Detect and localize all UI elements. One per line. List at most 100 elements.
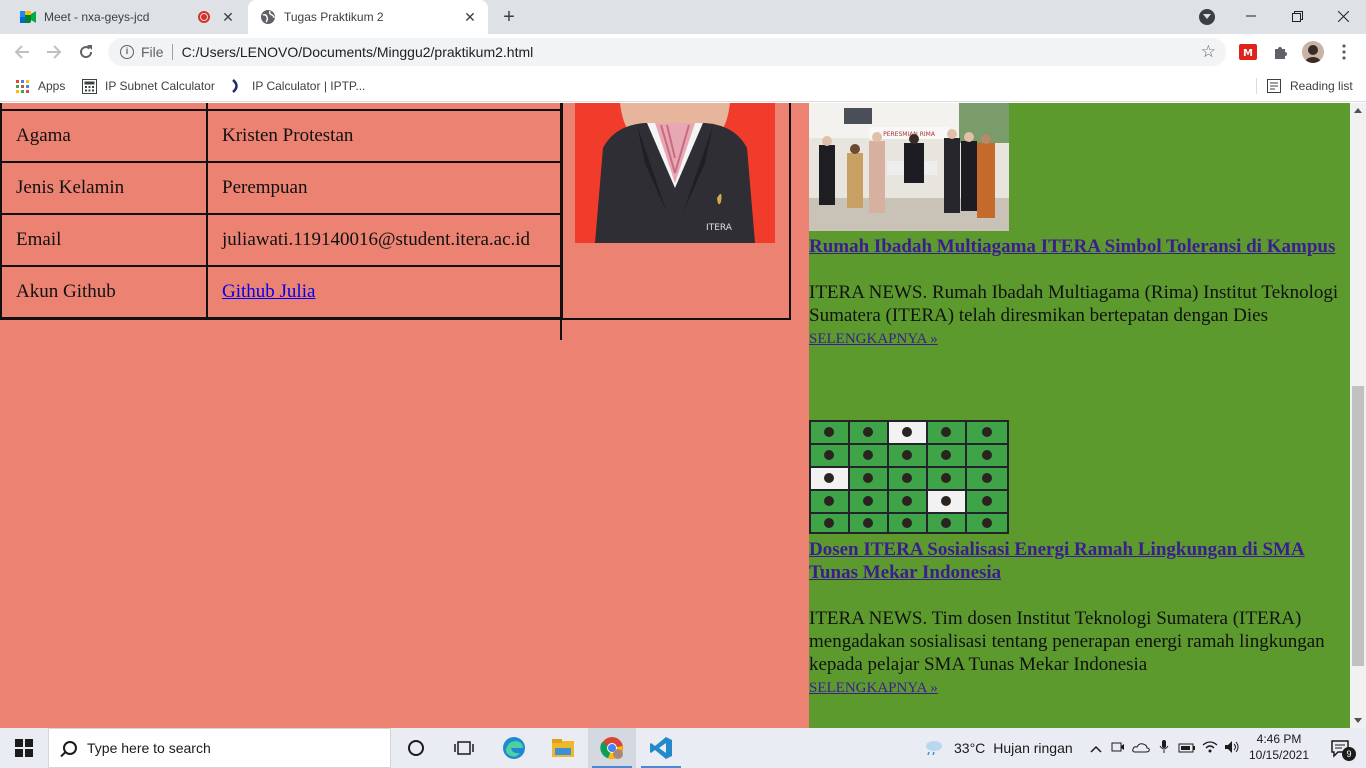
battery-icon[interactable] [1175,740,1199,756]
cortana-button[interactable] [392,728,440,768]
profile-value: juliawati.119140016@student.itera.ac.id [206,213,563,267]
profile-key: Agama [0,109,208,163]
volume-icon[interactable] [1221,740,1243,757]
page-viewport: Agama Kristen Protestan Jenis Kelamin Pe… [0,103,1366,728]
news-headline-link[interactable]: Dosen ITERA Sosialisasi Energi Ramah Lin… [809,538,1344,584]
news-thumbnail[interactable]: PERESMIAN RIMA [809,103,1009,231]
profile-key: Email [0,213,208,267]
chrome-taskbar-icon[interactable] [588,728,636,768]
news-summary: ITERA NEWS. Rumah Ibadah Multiagama (Rim… [809,282,1339,326]
notifications-button[interactable]: 9 [1320,728,1360,768]
scroll-thumb[interactable] [1352,386,1364,666]
show-hidden-icons-chevron-icon[interactable] [1085,740,1107,756]
google-meet-icon [20,9,36,25]
onedrive-icon[interactable] [1129,740,1153,756]
bookmark-ip-calculator[interactable]: IP Calculator | IPTP... [228,76,365,96]
edge-taskbar-icon[interactable] [490,728,538,768]
file-explorer-taskbar-icon[interactable] [539,728,587,768]
site-info-icon[interactable]: i [120,45,134,59]
close-tab-icon[interactable]: ✕ [220,9,236,25]
tab-tugas-praktikum[interactable]: Tugas Praktikum 2 ✕ [248,0,488,34]
forward-button[interactable] [42,40,66,64]
profile-avatar[interactable] [1302,41,1324,63]
profile-key: Akun Github [0,265,208,319]
table-row: Email juliawati.119140016@student.itera.… [0,213,563,267]
weather-rain-icon [924,739,944,758]
tab-strip: Meet - nxa-geys-jcd ✕ Tugas Praktikum 2 … [0,0,1366,34]
bookmark-label: Apps [38,79,66,93]
iptp-icon [228,78,244,94]
profile-value-cell: Github Julia [206,265,563,319]
scroll-down-arrow-icon[interactable] [1354,718,1362,723]
back-button[interactable] [10,40,34,64]
github-link[interactable]: Github Julia [222,281,315,302]
table-row: Akun Github Github Julia [0,265,563,319]
task-view-button[interactable] [440,728,488,768]
read-more-link[interactable]: SELENGKAPNYA » [809,680,938,697]
url-text[interactable]: C:/Users/LENOVO/Documents/Minggu2/prakti… [182,44,534,60]
reading-list-icon [1266,78,1282,94]
recording-indicator-icon [198,11,210,23]
extension-red-icon[interactable]: M [1238,42,1258,62]
taskbar-search-box[interactable]: Type here to search [48,728,391,768]
tab-title: Meet - nxa-geys-jcd [44,10,150,24]
read-more-link[interactable]: SELENGKAPNYA » [809,331,938,348]
calculator-icon [81,78,97,94]
start-button[interactable] [0,728,48,768]
profile-key: Jenis Kelamin [0,161,208,215]
scroll-up-arrow-icon[interactable] [1354,108,1362,113]
vscode-taskbar-icon[interactable] [637,728,685,768]
windows-taskbar: Type here to search 33°C Hujan ringan 4:… [0,728,1366,768]
wifi-icon[interactable] [1199,740,1221,756]
bookmark-label: IP Subnet Calculator [105,79,215,93]
table-row [0,103,563,111]
chrome-menu-icon[interactable] [1334,42,1354,62]
news-section: PERESMIAN RIMA Rumah Ibadah Multiagama I… [809,103,1350,728]
bookmark-ip-subnet-calculator[interactable]: IP Subnet Calculator [81,76,215,96]
table-row: Agama Kristen Protestan [0,109,563,163]
profile-section: Agama Kristen Protestan Jenis Kelamin Pe… [0,103,809,728]
address-bar[interactable]: i File C:/Users/LENOVO/Documents/Minggu2… [108,38,1226,66]
close-window-button[interactable] [1320,0,1366,32]
news-item: Dosen ITERA Sosialisasi Energi Ramah Lin… [809,420,1344,697]
restore-button[interactable] [1274,0,1320,32]
photo-badge-text: ITERA [706,223,733,233]
extensions-puzzle-icon[interactable] [1270,42,1290,62]
new-tab-button[interactable]: + [498,7,520,27]
tab-meet[interactable]: Meet - nxa-geys-jcd ✕ [8,0,246,34]
reading-list-label: Reading list [1290,79,1353,93]
taskbar-clock[interactable]: 4:46 PM 10/15/2021 [1246,731,1312,763]
weather-widget[interactable]: 33°C Hujan ringan [924,728,1073,768]
news-summary: ITERA NEWS. Tim dosen Institut Teknologi… [809,608,1325,675]
vertical-scrollbar[interactable] [1350,103,1366,728]
reading-list-button[interactable]: Reading list [1266,76,1353,96]
bookmarks-bar: Apps IP Subnet Calculator IP Calculator … [0,70,1366,102]
tab-title: Tugas Praktikum 2 [284,10,384,24]
reload-button[interactable] [74,40,98,64]
bookmarks-divider [1256,78,1257,94]
bookmark-apps[interactable]: Apps [14,76,65,96]
globe-icon [260,9,276,25]
profile-photo: ITERA [575,103,775,243]
windows-logo-icon [15,739,33,757]
profile-value: Perempuan [206,161,563,215]
browser-toolbar: i File C:/Users/LENOVO/Documents/Minggu2… [0,34,1366,70]
bookmark-star-icon[interactable]: ☆ [1201,43,1216,61]
tab-search-icon[interactable] [1199,9,1215,25]
news-headline-link[interactable]: Rumah Ibadah Multiagama ITERA Simbol Tol… [809,235,1344,258]
profile-table: Agama Kristen Protestan Jenis Kelamin Pe… [0,103,563,319]
notification-count-badge: 9 [1342,747,1356,761]
table-row: Jenis Kelamin Perempuan [0,161,563,215]
search-icon [63,741,77,755]
search-placeholder: Type here to search [87,740,211,756]
news-item: PERESMIAN RIMA Rumah Ibadah Multiagama I… [809,103,1344,348]
minimize-button[interactable] [1228,0,1274,32]
close-tab-icon[interactable]: ✕ [462,9,478,25]
bookmark-label: IP Calculator | IPTP... [252,79,366,93]
apps-grid-icon [14,78,30,94]
weather-temp: 33°C [954,740,986,756]
clock-time: 4:46 PM [1256,732,1302,746]
microphone-icon[interactable] [1153,739,1175,757]
meet-now-icon[interactable] [1107,740,1129,757]
news-thumbnail[interactable] [809,420,1009,534]
